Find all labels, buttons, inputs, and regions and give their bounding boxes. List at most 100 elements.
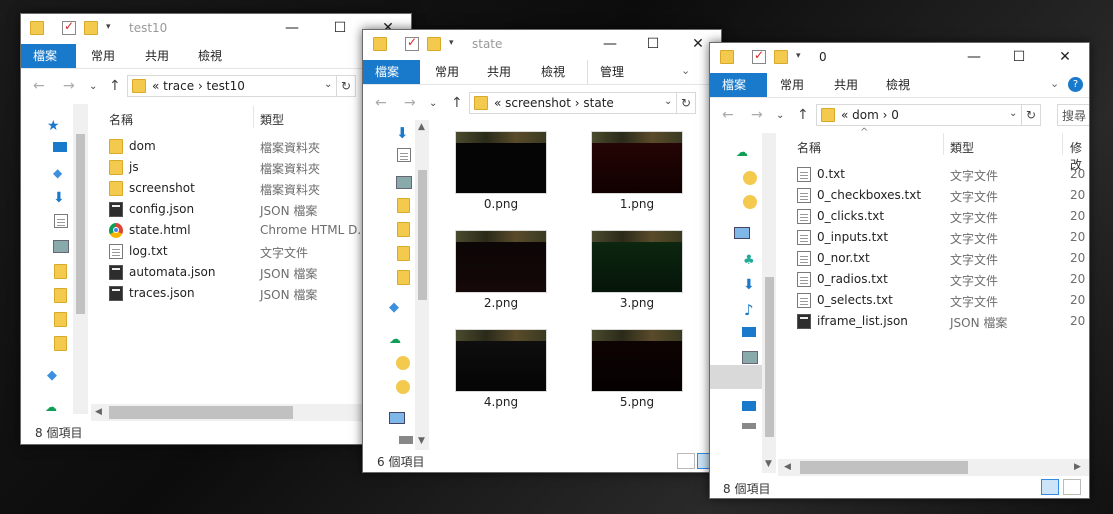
nav-scrollbar-thumb[interactable] [418,170,427,300]
documents-icon[interactable] [397,148,411,162]
downloads-icon[interactable]: ⬇ [396,124,410,142]
documents-icon[interactable] [54,214,68,228]
new-folder-icon[interactable] [774,50,788,64]
dropbox-icon[interactable]: ◆ [53,166,67,180]
scroll-right-icon[interactable]: ▶ [1074,462,1081,472]
drive-icon[interactable] [742,423,756,429]
recent-dropdown-icon[interactable]: ⌄ [89,81,97,92]
onedrive-icon[interactable]: ☁ [45,400,59,414]
tab-home[interactable]: 常用 [79,44,127,68]
pictures-icon[interactable] [742,351,758,364]
new-folder-icon[interactable] [427,37,441,51]
file-row[interactable]: 0_inputs.txt 文字文件 20 [797,227,1087,248]
column-divider[interactable] [943,133,944,155]
address-bar[interactable]: « dom › 0 ⌄ [816,104,1022,126]
nav-scrollbar[interactable]: ▼ [762,133,776,473]
file-row[interactable]: iframe_list.json JSON 檔案 20 [797,311,1087,332]
downloads-icon[interactable]: ⬇ [53,190,67,206]
forward-button[interactable]: → [751,107,763,123]
tab-view[interactable]: 檢視 [186,44,234,68]
synced-folder-icon[interactable] [743,171,757,185]
address-dropdown-icon[interactable]: ⌄ [1009,108,1017,119]
horizontal-scrollbar[interactable]: ◀ ▶ [778,459,1089,476]
column-divider[interactable] [253,106,254,128]
synced-folder-icon[interactable] [743,195,757,209]
quick-access-dropdown-icon[interactable]: ▾ [796,51,801,61]
screenshot-thumbnail[interactable] [455,131,547,194]
column-header-type[interactable]: 類型 [260,111,284,128]
screenshot-thumbnail[interactable] [591,230,683,293]
folder-icon[interactable] [397,270,410,285]
tab-view[interactable]: 檢視 [874,73,922,97]
minimize-button[interactable]: — [275,14,309,42]
details-view-button[interactable] [1041,479,1059,495]
synced-folder-icon[interactable] [396,356,410,370]
up-button[interactable]: ↑ [451,95,463,111]
tab-file[interactable]: 檔案 [710,73,767,97]
up-button[interactable]: ↑ [109,78,121,94]
folder-icon[interactable] [54,312,67,327]
recent-dropdown-icon[interactable]: ⌄ [429,98,437,109]
nav-selected-item[interactable] [710,365,762,389]
dropbox-icon[interactable]: ◆ [389,300,403,315]
new-folder-icon[interactable] [84,21,98,35]
address-bar[interactable]: « trace › test10 ⌄ [127,75,337,97]
maximize-button[interactable]: ☐ [323,14,357,42]
desktop-icon[interactable] [742,327,756,337]
nav-scrollbar-thumb[interactable] [76,134,85,314]
maximize-button[interactable]: ☐ [1002,43,1036,71]
tab-share[interactable]: 共用 [822,73,870,97]
nav-scrollbar[interactable]: ▲ ▼ [415,120,429,450]
quick-access-star-icon[interactable]: ★ [47,118,61,134]
horizontal-scrollbar-thumb[interactable] [800,461,968,474]
up-button[interactable]: ↑ [797,107,809,123]
screenshot-thumbnail[interactable] [455,329,547,392]
music-icon[interactable]: ♪ [744,301,758,319]
back-button[interactable]: ← [722,107,734,123]
pictures-icon[interactable] [53,240,69,253]
refresh-button[interactable]: ↻ [336,75,356,97]
tab-share[interactable]: 共用 [133,44,181,68]
folder-icon[interactable] [397,246,410,261]
scroll-left-icon[interactable]: ◀ [784,462,791,472]
maximize-button[interactable]: ☐ [636,30,670,58]
minimize-button[interactable]: — [957,43,991,71]
ribbon-expand-icon[interactable]: ⌄ [681,64,690,77]
onedrive-icon[interactable]: ☁ [389,332,403,346]
3d-objects-icon[interactable]: ♣ [743,253,757,268]
this-pc-icon[interactable] [389,412,405,424]
scroll-down-icon[interactable]: ▼ [418,436,425,446]
nav-scrollbar-thumb[interactable] [765,277,774,437]
windows-drive-icon[interactable] [742,401,756,411]
nav-scrollbar[interactable] [73,104,88,414]
column-header-name[interactable]: 名稱 [797,139,821,156]
quick-access-dropdown-icon[interactable]: ▾ [106,22,111,32]
file-row[interactable]: 0_clicks.txt 文字文件 20 [797,206,1087,227]
refresh-button[interactable]: ↻ [676,92,696,114]
tab-file[interactable]: 檔案 [21,44,76,68]
help-icon[interactable]: ? [1068,77,1083,92]
this-pc-icon[interactable] [734,227,750,239]
ribbon-expand-icon[interactable]: ⌄ [1050,77,1059,90]
screenshot-thumbnail[interactable] [591,329,683,392]
tab-file[interactable]: 檔案 [363,60,420,84]
tab-home[interactable]: 常用 [768,73,816,97]
column-divider[interactable] [1062,133,1063,155]
screenshot-thumbnail[interactable] [591,131,683,194]
properties-icon[interactable] [405,35,419,51]
drive-icon[interactable] [399,436,413,444]
scroll-left-icon[interactable]: ◀ [95,407,102,417]
scroll-up-icon[interactable]: ▲ [418,122,425,132]
properties-icon[interactable] [752,48,766,64]
folder-icon[interactable] [54,336,67,351]
properties-icon[interactable] [62,19,76,35]
back-button[interactable]: ← [375,95,387,111]
minimize-button[interactable]: — [593,30,627,58]
onedrive-icon[interactable]: ☁ [736,145,750,159]
horizontal-scrollbar-thumb[interactable] [109,406,293,419]
folder-icon[interactable] [397,198,410,213]
tab-manage[interactable]: 管理 [587,60,636,84]
file-row[interactable]: 0.txt 文字文件 20 [797,164,1087,185]
forward-button[interactable]: → [404,95,416,111]
address-dropdown-icon[interactable]: ⌄ [664,96,672,107]
